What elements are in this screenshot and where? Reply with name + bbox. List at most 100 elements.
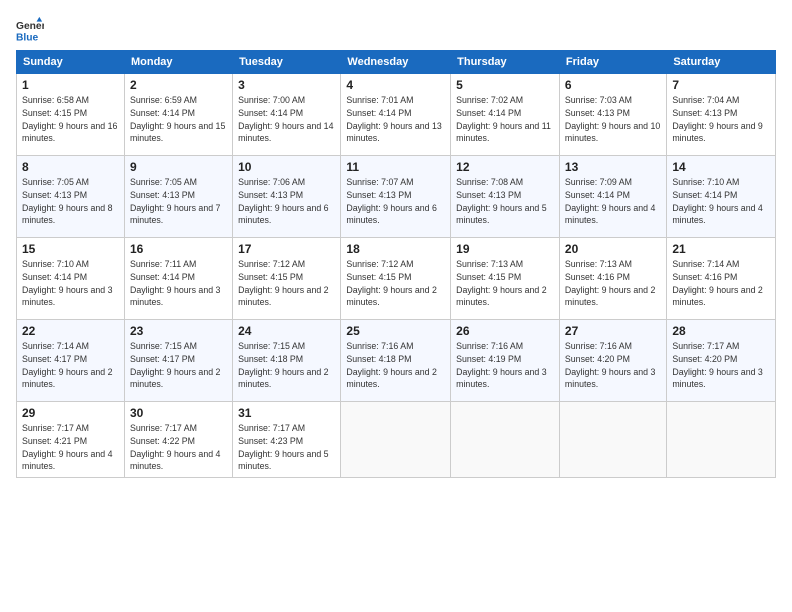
svg-text:General: General [16,21,44,32]
day-info: Sunrise: 7:17 AM Sunset: 4:20 PM Dayligh… [672,340,770,391]
calendar-cell [451,402,560,478]
day-number: 2 [130,78,227,92]
calendar-cell: 21 Sunrise: 7:14 AM Sunset: 4:16 PM Dayl… [667,238,776,320]
calendar-cell: 16 Sunrise: 7:11 AM Sunset: 4:14 PM Dayl… [124,238,232,320]
calendar-header-tuesday: Tuesday [233,51,341,74]
calendar-cell: 5 Sunrise: 7:02 AM Sunset: 4:14 PM Dayli… [451,74,560,156]
day-number: 17 [238,242,335,256]
calendar-cell: 30 Sunrise: 7:17 AM Sunset: 4:22 PM Dayl… [124,402,232,478]
day-number: 26 [456,324,554,338]
day-number: 5 [456,78,554,92]
day-info: Sunrise: 7:13 AM Sunset: 4:16 PM Dayligh… [565,258,661,309]
day-number: 14 [672,160,770,174]
calendar-cell: 23 Sunrise: 7:15 AM Sunset: 4:17 PM Dayl… [124,320,232,402]
calendar-cell [667,402,776,478]
day-info: Sunrise: 7:04 AM Sunset: 4:13 PM Dayligh… [672,94,770,145]
day-number: 31 [238,406,335,420]
day-number: 16 [130,242,227,256]
day-info: Sunrise: 7:14 AM Sunset: 4:16 PM Dayligh… [672,258,770,309]
day-info: Sunrise: 6:58 AM Sunset: 4:15 PM Dayligh… [22,94,119,145]
calendar-cell: 25 Sunrise: 7:16 AM Sunset: 4:18 PM Dayl… [341,320,451,402]
svg-text:Blue: Blue [16,32,39,43]
day-info: Sunrise: 7:13 AM Sunset: 4:15 PM Dayligh… [456,258,554,309]
day-number: 19 [456,242,554,256]
calendar: SundayMondayTuesdayWednesdayThursdayFrid… [16,50,776,478]
day-number: 28 [672,324,770,338]
day-info: Sunrise: 7:10 AM Sunset: 4:14 PM Dayligh… [672,176,770,227]
calendar-week-5: 29 Sunrise: 7:17 AM Sunset: 4:21 PM Dayl… [17,402,776,478]
calendar-cell: 7 Sunrise: 7:04 AM Sunset: 4:13 PM Dayli… [667,74,776,156]
day-info: Sunrise: 7:05 AM Sunset: 4:13 PM Dayligh… [130,176,227,227]
day-number: 1 [22,78,119,92]
calendar-cell: 15 Sunrise: 7:10 AM Sunset: 4:14 PM Dayl… [17,238,125,320]
calendar-cell: 8 Sunrise: 7:05 AM Sunset: 4:13 PM Dayli… [17,156,125,238]
page: General Blue SundayMondayTuesdayWednesda… [0,0,792,612]
day-info: Sunrise: 7:17 AM Sunset: 4:22 PM Dayligh… [130,422,227,473]
calendar-cell: 13 Sunrise: 7:09 AM Sunset: 4:14 PM Dayl… [559,156,666,238]
calendar-header-saturday: Saturday [667,51,776,74]
calendar-cell: 18 Sunrise: 7:12 AM Sunset: 4:15 PM Dayl… [341,238,451,320]
day-number: 24 [238,324,335,338]
day-info: Sunrise: 7:14 AM Sunset: 4:17 PM Dayligh… [22,340,119,391]
day-number: 4 [346,78,445,92]
calendar-cell: 24 Sunrise: 7:15 AM Sunset: 4:18 PM Dayl… [233,320,341,402]
day-info: Sunrise: 7:12 AM Sunset: 4:15 PM Dayligh… [238,258,335,309]
calendar-week-3: 15 Sunrise: 7:10 AM Sunset: 4:14 PM Dayl… [17,238,776,320]
day-info: Sunrise: 7:15 AM Sunset: 4:18 PM Dayligh… [238,340,335,391]
calendar-header-friday: Friday [559,51,666,74]
calendar-week-4: 22 Sunrise: 7:14 AM Sunset: 4:17 PM Dayl… [17,320,776,402]
calendar-cell [559,402,666,478]
day-info: Sunrise: 7:15 AM Sunset: 4:17 PM Dayligh… [130,340,227,391]
day-info: Sunrise: 7:05 AM Sunset: 4:13 PM Dayligh… [22,176,119,227]
calendar-cell: 29 Sunrise: 7:17 AM Sunset: 4:21 PM Dayl… [17,402,125,478]
day-number: 12 [456,160,554,174]
calendar-week-1: 1 Sunrise: 6:58 AM Sunset: 4:15 PM Dayli… [17,74,776,156]
logo: General Blue [16,16,46,44]
day-number: 10 [238,160,335,174]
calendar-cell: 22 Sunrise: 7:14 AM Sunset: 4:17 PM Dayl… [17,320,125,402]
calendar-cell: 19 Sunrise: 7:13 AM Sunset: 4:15 PM Dayl… [451,238,560,320]
day-number: 18 [346,242,445,256]
day-number: 25 [346,324,445,338]
calendar-cell: 2 Sunrise: 6:59 AM Sunset: 4:14 PM Dayli… [124,74,232,156]
day-info: Sunrise: 7:09 AM Sunset: 4:14 PM Dayligh… [565,176,661,227]
day-info: Sunrise: 7:07 AM Sunset: 4:13 PM Dayligh… [346,176,445,227]
day-info: Sunrise: 7:06 AM Sunset: 4:13 PM Dayligh… [238,176,335,227]
calendar-cell: 4 Sunrise: 7:01 AM Sunset: 4:14 PM Dayli… [341,74,451,156]
day-info: Sunrise: 7:10 AM Sunset: 4:14 PM Dayligh… [22,258,119,309]
calendar-cell: 27 Sunrise: 7:16 AM Sunset: 4:20 PM Dayl… [559,320,666,402]
day-info: Sunrise: 7:11 AM Sunset: 4:14 PM Dayligh… [130,258,227,309]
day-number: 23 [130,324,227,338]
calendar-cell: 10 Sunrise: 7:06 AM Sunset: 4:13 PM Dayl… [233,156,341,238]
calendar-header-row: SundayMondayTuesdayWednesdayThursdayFrid… [17,51,776,74]
day-info: Sunrise: 7:12 AM Sunset: 4:15 PM Dayligh… [346,258,445,309]
day-number: 15 [22,242,119,256]
day-number: 9 [130,160,227,174]
calendar-cell: 28 Sunrise: 7:17 AM Sunset: 4:20 PM Dayl… [667,320,776,402]
day-info: Sunrise: 7:17 AM Sunset: 4:23 PM Dayligh… [238,422,335,473]
calendar-header-thursday: Thursday [451,51,560,74]
day-number: 27 [565,324,661,338]
calendar-cell: 17 Sunrise: 7:12 AM Sunset: 4:15 PM Dayl… [233,238,341,320]
calendar-cell: 26 Sunrise: 7:16 AM Sunset: 4:19 PM Dayl… [451,320,560,402]
header: General Blue [16,12,776,44]
day-info: Sunrise: 6:59 AM Sunset: 4:14 PM Dayligh… [130,94,227,145]
calendar-week-2: 8 Sunrise: 7:05 AM Sunset: 4:13 PM Dayli… [17,156,776,238]
day-info: Sunrise: 7:08 AM Sunset: 4:13 PM Dayligh… [456,176,554,227]
day-number: 11 [346,160,445,174]
calendar-body: 1 Sunrise: 6:58 AM Sunset: 4:15 PM Dayli… [17,74,776,478]
day-info: Sunrise: 7:02 AM Sunset: 4:14 PM Dayligh… [456,94,554,145]
logo-icon: General Blue [16,16,44,44]
calendar-cell [341,402,451,478]
day-info: Sunrise: 7:16 AM Sunset: 4:18 PM Dayligh… [346,340,445,391]
calendar-cell: 31 Sunrise: 7:17 AM Sunset: 4:23 PM Dayl… [233,402,341,478]
day-number: 21 [672,242,770,256]
calendar-header-sunday: Sunday [17,51,125,74]
calendar-cell: 9 Sunrise: 7:05 AM Sunset: 4:13 PM Dayli… [124,156,232,238]
calendar-cell: 12 Sunrise: 7:08 AM Sunset: 4:13 PM Dayl… [451,156,560,238]
day-info: Sunrise: 7:16 AM Sunset: 4:19 PM Dayligh… [456,340,554,391]
calendar-cell: 20 Sunrise: 7:13 AM Sunset: 4:16 PM Dayl… [559,238,666,320]
calendar-cell: 11 Sunrise: 7:07 AM Sunset: 4:13 PM Dayl… [341,156,451,238]
day-number: 30 [130,406,227,420]
day-number: 20 [565,242,661,256]
